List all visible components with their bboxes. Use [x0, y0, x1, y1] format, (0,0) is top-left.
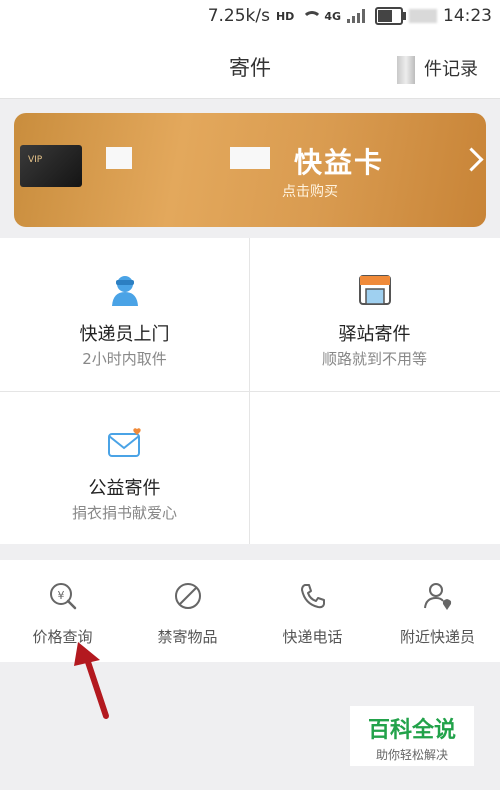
station-send-tile[interactable]: 驿站寄件 顺路就到不用等 [250, 238, 499, 390]
clock: 14:23 [443, 6, 492, 26]
courier-pickup-tile[interactable]: 快递员上门 2小时内取件 [0, 238, 249, 390]
store-icon [358, 275, 391, 305]
banner-title: 快益卡 [294, 146, 385, 179]
tile-title: 驿站寄件 [338, 324, 411, 345]
tile-title: 快递员上门 [79, 324, 170, 345]
network-type: 4G [324, 9, 341, 23]
mosaic-mask [106, 147, 132, 169]
vip-card-image: VIP [20, 145, 82, 187]
tile-title: 公益寄件 [88, 478, 161, 499]
red-arrow-annotation [74, 642, 109, 719]
mosaic-mask [397, 56, 415, 84]
empty-tile [250, 392, 499, 544]
svg-text:¥: ¥ [57, 589, 64, 602]
tile-subtitle: 2小时内取件 [82, 350, 167, 368]
courier-phone-button[interactable]: 快递电话 [250, 560, 375, 662]
prohibited-items-button[interactable]: 禁寄物品 [125, 560, 250, 662]
vip-card-text: VIP [28, 155, 43, 165]
watermark-subtitle: 助你轻松解决 [375, 748, 448, 762]
prohibited-icon [174, 583, 201, 609]
tile-subtitle: 捐衣捐书献爱心 [71, 504, 177, 522]
network-speed: 7.25k/s [207, 6, 270, 26]
hd-indicator: HD [275, 9, 295, 23]
status-bar: 7.25k/s HD 4G 14:23 [0, 0, 500, 34]
watermark-title: 百科全说 [367, 718, 456, 743]
person-location-icon [423, 583, 451, 610]
service-grid: 快递员上门 2小时内取件 驿站寄件 顺路就到不用等 公益寄件 捐衣捐书献爱心 [0, 238, 500, 544]
blurred-icon [409, 9, 437, 23]
charity-send-tile[interactable]: 公益寄件 捐衣捐书献爱心 [0, 392, 249, 544]
membership-banner[interactable]: VIP 快益卡 点击购买 [14, 113, 486, 227]
app-header: 寄件 件记录 [0, 34, 500, 99]
chevron-right-icon [459, 147, 484, 172]
courier-icon [111, 276, 138, 306]
banner-subtitle: 点击购买 [282, 184, 338, 200]
signal-icon [347, 9, 369, 23]
tool-label: 快递电话 [282, 628, 343, 646]
mosaic-mask [230, 147, 270, 169]
phone-icon [300, 584, 325, 609]
battery-icon [375, 7, 406, 25]
tool-label: 禁寄物品 [157, 628, 218, 646]
envelope-heart-icon [107, 428, 141, 457]
price-search-icon: ¥ [49, 583, 76, 610]
watermark-logo: 百科全说 助你轻松解决 [350, 706, 474, 766]
nearby-courier-button[interactable]: 附近快递员 [375, 560, 500, 662]
wifi-icon [300, 9, 323, 23]
tool-label: 附近快递员 [399, 628, 475, 646]
shipping-record-button[interactable]: 件记录 [424, 55, 478, 81]
tile-subtitle: 顺路就到不用等 [321, 350, 427, 368]
